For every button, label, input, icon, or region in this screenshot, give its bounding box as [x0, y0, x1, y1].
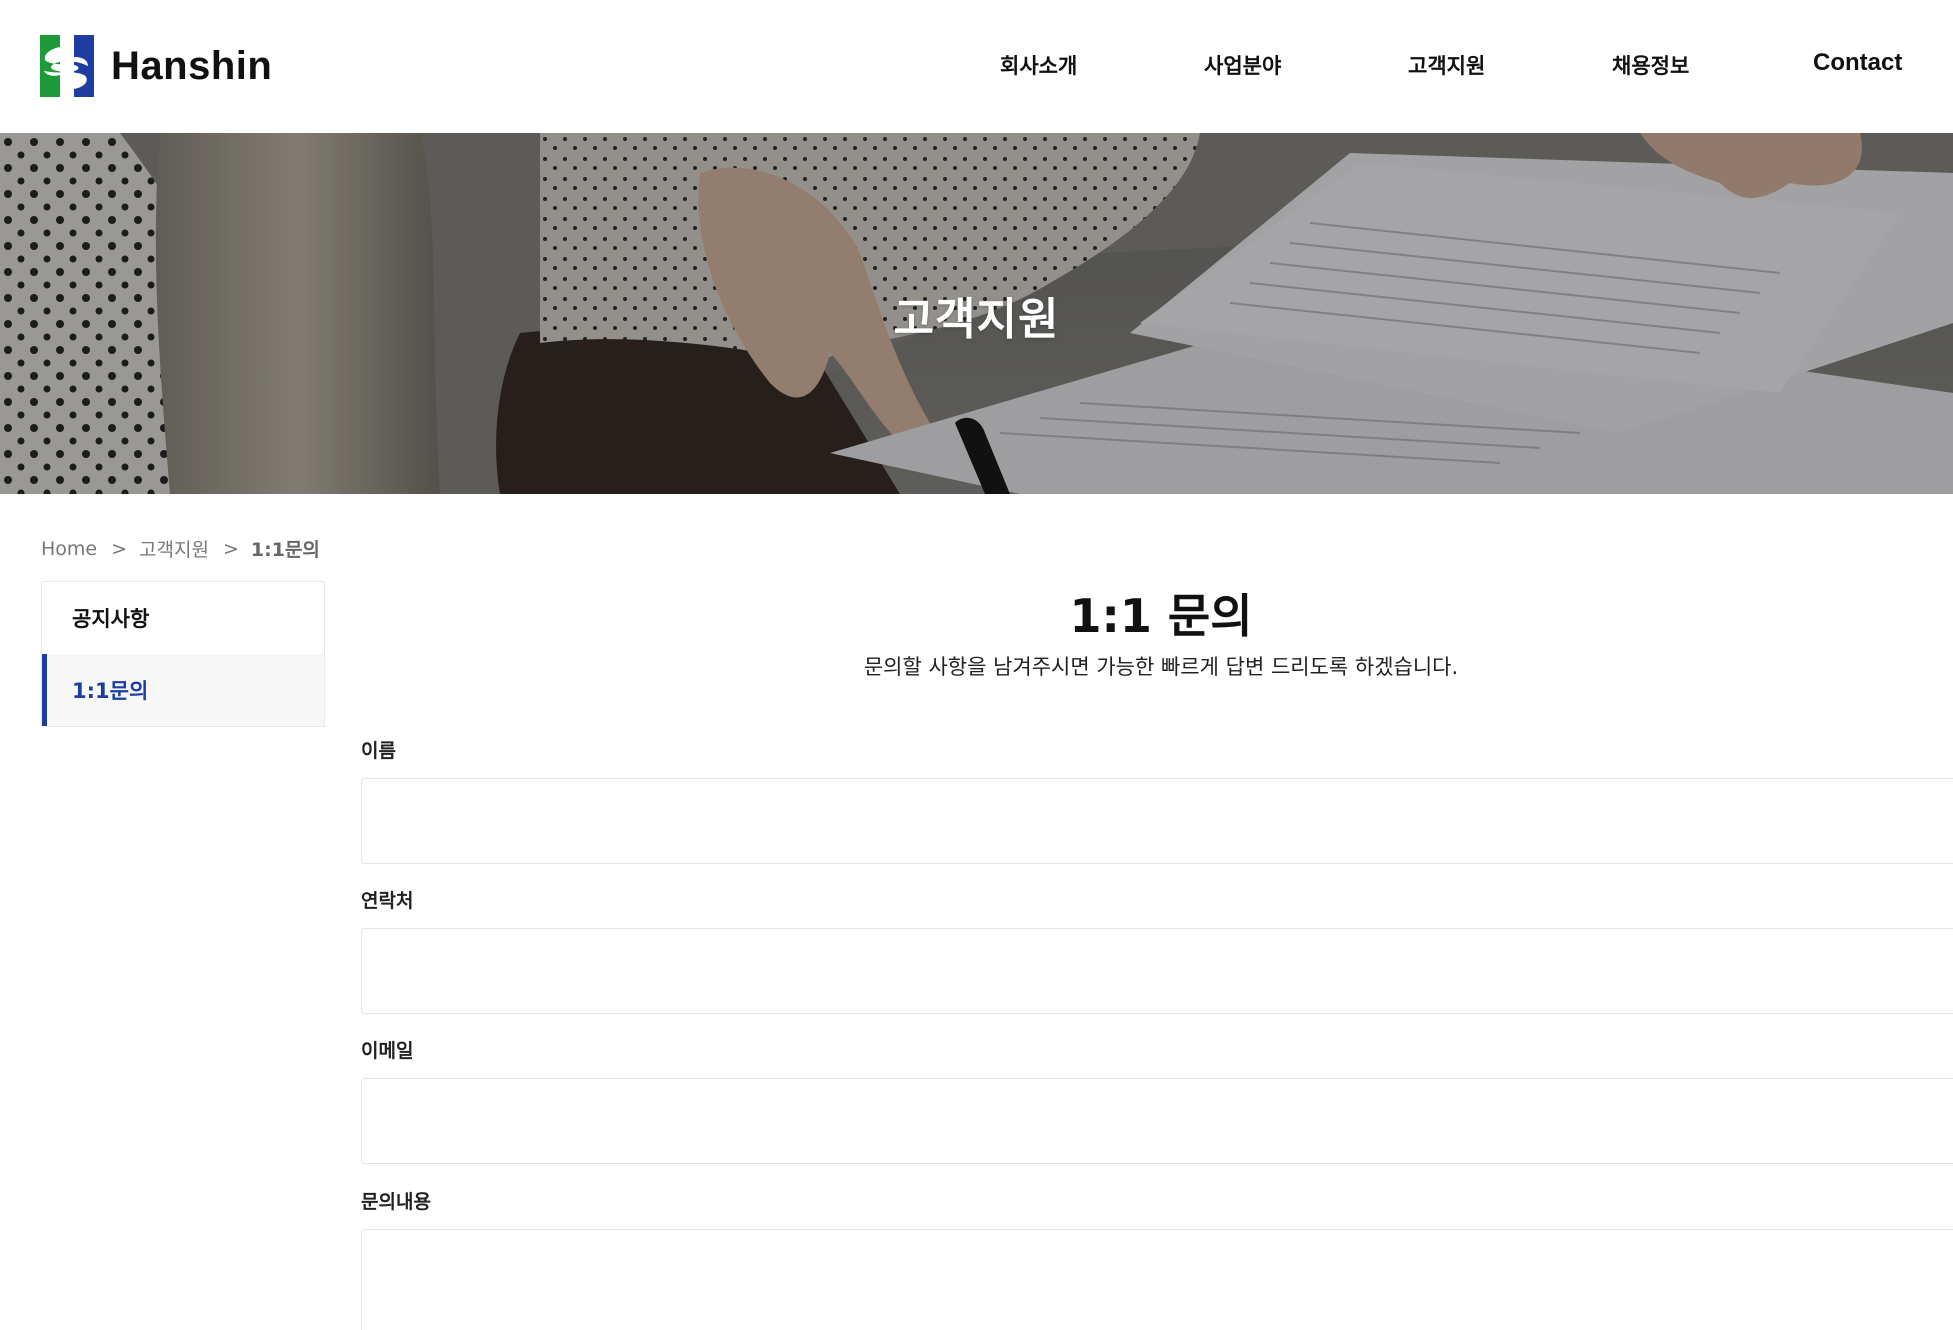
breadcrumb-current: 1:1문의	[250, 539, 320, 561]
nav-item-business[interactable]: 사업분야	[1204, 50, 1281, 80]
breadcrumb-separator: >	[111, 537, 128, 560]
breadcrumb-section[interactable]: 고객지원	[139, 535, 209, 562]
name-field[interactable]	[361, 778, 1953, 864]
message-label: 문의내용	[361, 1191, 431, 1213]
hero-title: 고객지원	[893, 294, 1060, 345]
hero-banner: 고객지원	[0, 133, 1953, 494]
site-header: Hanshin 회사소개 사업분야 고객지원 채용정보 Contact	[0, 0, 1953, 133]
sidebar-item-notice[interactable]: 공지사항	[42, 582, 324, 654]
email-field[interactable]	[361, 1078, 1953, 1164]
nav-item-company[interactable]: 회사소개	[1000, 50, 1077, 80]
sidebar-item-inquiry[interactable]: 1:1문의	[42, 654, 324, 726]
nav-item-contact[interactable]: Contact	[1813, 49, 1902, 77]
main-nav: 회사소개 사업분야 고객지원 채용정보 Contact	[0, 49, 1953, 84]
page-title: 1:1 문의	[1069, 589, 1253, 643]
breadcrumb: Home > 고객지원 > 1:1문의	[41, 535, 320, 562]
breadcrumb-separator: >	[222, 537, 239, 560]
email-label: 이메일	[361, 1040, 414, 1062]
sidebar-menu: 공지사항 1:1문의	[41, 581, 325, 727]
message-textarea[interactable]	[361, 1229, 1953, 1330]
nav-item-careers[interactable]: 채용정보	[1612, 50, 1689, 80]
name-label: 이름	[361, 740, 396, 762]
breadcrumb-home[interactable]: Home	[41, 538, 97, 560]
phone-label: 연락처	[361, 890, 414, 912]
phone-field[interactable]	[361, 928, 1953, 1014]
nav-item-support[interactable]: 고객지원	[1408, 50, 1485, 80]
page-description: 문의할 사항을 남겨주시면 가능한 빠르게 답변 드리도록 하겠습니다.	[863, 655, 1459, 679]
